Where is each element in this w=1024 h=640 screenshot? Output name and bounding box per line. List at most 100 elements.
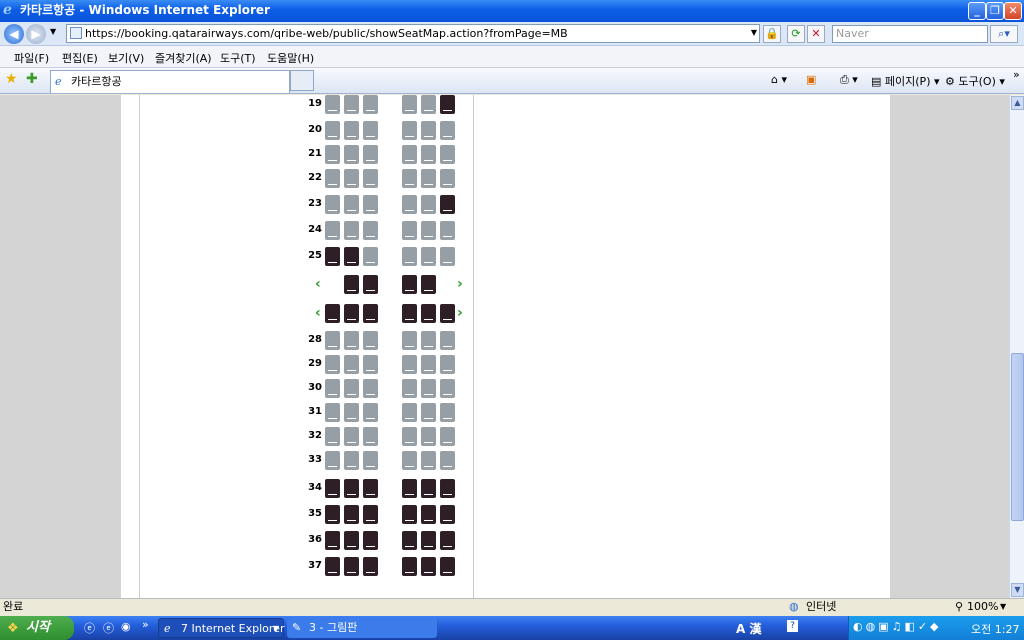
seat-available[interactable]: [344, 95, 359, 114]
seat-available[interactable]: [344, 403, 359, 422]
seat-available[interactable]: [440, 121, 455, 140]
chevron-more-icon[interactable]: »: [1013, 68, 1020, 81]
forward-button[interactable]: ▶: [26, 24, 46, 44]
seat-available[interactable]: [363, 379, 378, 398]
seat-available[interactable]: [325, 95, 340, 114]
vertical-scrollbar[interactable]: ▲ ▼: [1009, 95, 1024, 598]
scroll-down-button[interactable]: ▼: [1011, 583, 1024, 597]
seat-available[interactable]: [421, 331, 436, 350]
seat-available[interactable]: [421, 145, 436, 164]
add-favorite-icon[interactable]: ✚: [26, 71, 38, 87]
seat-available[interactable]: [363, 331, 378, 350]
scroll-thumb[interactable]: [1011, 353, 1024, 521]
seat-available[interactable]: [325, 451, 340, 470]
scroll-up-button[interactable]: ▲: [1011, 96, 1024, 110]
seat-available[interactable]: [363, 195, 378, 214]
tools-menu[interactable]: ⚙ 도구(O) ▾: [945, 73, 1005, 89]
seat-available[interactable]: [402, 95, 417, 114]
ime-indicator[interactable]: A 漢: [736, 620, 761, 637]
seat-available[interactable]: [325, 403, 340, 422]
menu-tools[interactable]: 도구(T): [220, 50, 256, 66]
seat-available[interactable]: [363, 145, 378, 164]
seat-available[interactable]: [344, 355, 359, 374]
seat-available[interactable]: [344, 195, 359, 214]
seat-available[interactable]: [363, 247, 378, 266]
seat-available[interactable]: [402, 145, 417, 164]
seat-available[interactable]: [440, 145, 455, 164]
seat-available[interactable]: [363, 221, 378, 240]
refresh-button[interactable]: ⟳: [787, 25, 805, 43]
seat-available[interactable]: [421, 195, 436, 214]
seat-available[interactable]: [402, 121, 417, 140]
seat-available[interactable]: [421, 355, 436, 374]
zoom-dropdown-icon[interactable]: ▼: [1000, 599, 1006, 615]
seat-available[interactable]: [325, 145, 340, 164]
seat-available[interactable]: [344, 451, 359, 470]
seat-available[interactable]: [363, 427, 378, 446]
window-title-bar[interactable]: e 카타르항공 - Windows Internet Explorer _ ❐ …: [0, 0, 1024, 22]
seat-available[interactable]: [363, 355, 378, 374]
seat-available[interactable]: [325, 169, 340, 188]
seat-available[interactable]: [402, 247, 417, 266]
help-icon[interactable]: ?: [787, 620, 798, 632]
seat-available[interactable]: [363, 95, 378, 114]
seat-available[interactable]: [402, 379, 417, 398]
seat-available[interactable]: [402, 169, 417, 188]
seat-available[interactable]: [402, 195, 417, 214]
history-dropdown-icon[interactable]: ▼: [50, 27, 56, 36]
seat-available[interactable]: [344, 427, 359, 446]
menu-file[interactable]: 파일(F): [14, 50, 49, 66]
seat-available[interactable]: [325, 427, 340, 446]
tab-qatar-airways[interactable]: e 카타르항공: [50, 70, 290, 93]
seat-available[interactable]: [363, 403, 378, 422]
maximize-button[interactable]: ❐: [986, 2, 1004, 20]
new-tab-button[interactable]: [290, 70, 314, 91]
seat-available[interactable]: [402, 331, 417, 350]
seat-available[interactable]: [402, 403, 417, 422]
taskbar-item-ie[interactable]: e 7 Internet Explorer ▼: [158, 618, 284, 638]
seat-available[interactable]: [421, 121, 436, 140]
menu-favorites[interactable]: 즐겨찾기(A): [155, 50, 212, 66]
seat-available[interactable]: [325, 195, 340, 214]
seat-available[interactable]: [344, 145, 359, 164]
quick-launch-icon[interactable]: ⓔ: [103, 620, 114, 636]
seat-available[interactable]: [421, 169, 436, 188]
seat-available[interactable]: [344, 221, 359, 240]
seat-available[interactable]: [440, 403, 455, 422]
seat-available[interactable]: [421, 221, 436, 240]
address-dropdown-icon[interactable]: ▼: [745, 25, 763, 43]
search-input[interactable]: Naver: [832, 25, 988, 43]
menu-help[interactable]: 도움말(H): [267, 50, 314, 66]
favorites-star-icon[interactable]: ★: [5, 71, 18, 87]
search-button[interactable]: ⌕▾: [990, 25, 1018, 43]
seat-available[interactable]: [325, 355, 340, 374]
page-menu[interactable]: ▤ 페이지(P) ▾: [871, 73, 940, 89]
zoom-level[interactable]: 100%: [967, 599, 998, 615]
stop-button[interactable]: ✕: [807, 25, 825, 43]
seat-available[interactable]: [325, 331, 340, 350]
home-icon[interactable]: ⌂ ▾: [771, 73, 787, 86]
seat-available[interactable]: [421, 379, 436, 398]
lock-icon[interactable]: 🔒: [763, 25, 781, 43]
back-button[interactable]: ◀: [4, 24, 24, 44]
seat-available[interactable]: [440, 427, 455, 446]
quick-launch-media-icon[interactable]: ◉: [121, 620, 131, 633]
seat-available[interactable]: [440, 379, 455, 398]
seat-available[interactable]: [402, 221, 417, 240]
menu-view[interactable]: 보기(V): [108, 50, 144, 66]
seat-available[interactable]: [440, 169, 455, 188]
seat-available[interactable]: [440, 247, 455, 266]
feeds-icon[interactable]: ▣: [806, 73, 816, 86]
seat-available[interactable]: [421, 403, 436, 422]
seat-available[interactable]: [440, 331, 455, 350]
seat-available[interactable]: [421, 427, 436, 446]
seat-available[interactable]: [344, 169, 359, 188]
close-button[interactable]: ✕: [1004, 2, 1022, 20]
taskbar-item-paint[interactable]: ✎ 3 - 그림판: [287, 618, 437, 638]
seat-available[interactable]: [344, 331, 359, 350]
seat-available[interactable]: [440, 221, 455, 240]
seat-available[interactable]: [402, 427, 417, 446]
quick-launch-more-icon[interactable]: »: [142, 618, 149, 631]
seat-available[interactable]: [325, 221, 340, 240]
menu-edit[interactable]: 편집(E): [62, 50, 98, 66]
